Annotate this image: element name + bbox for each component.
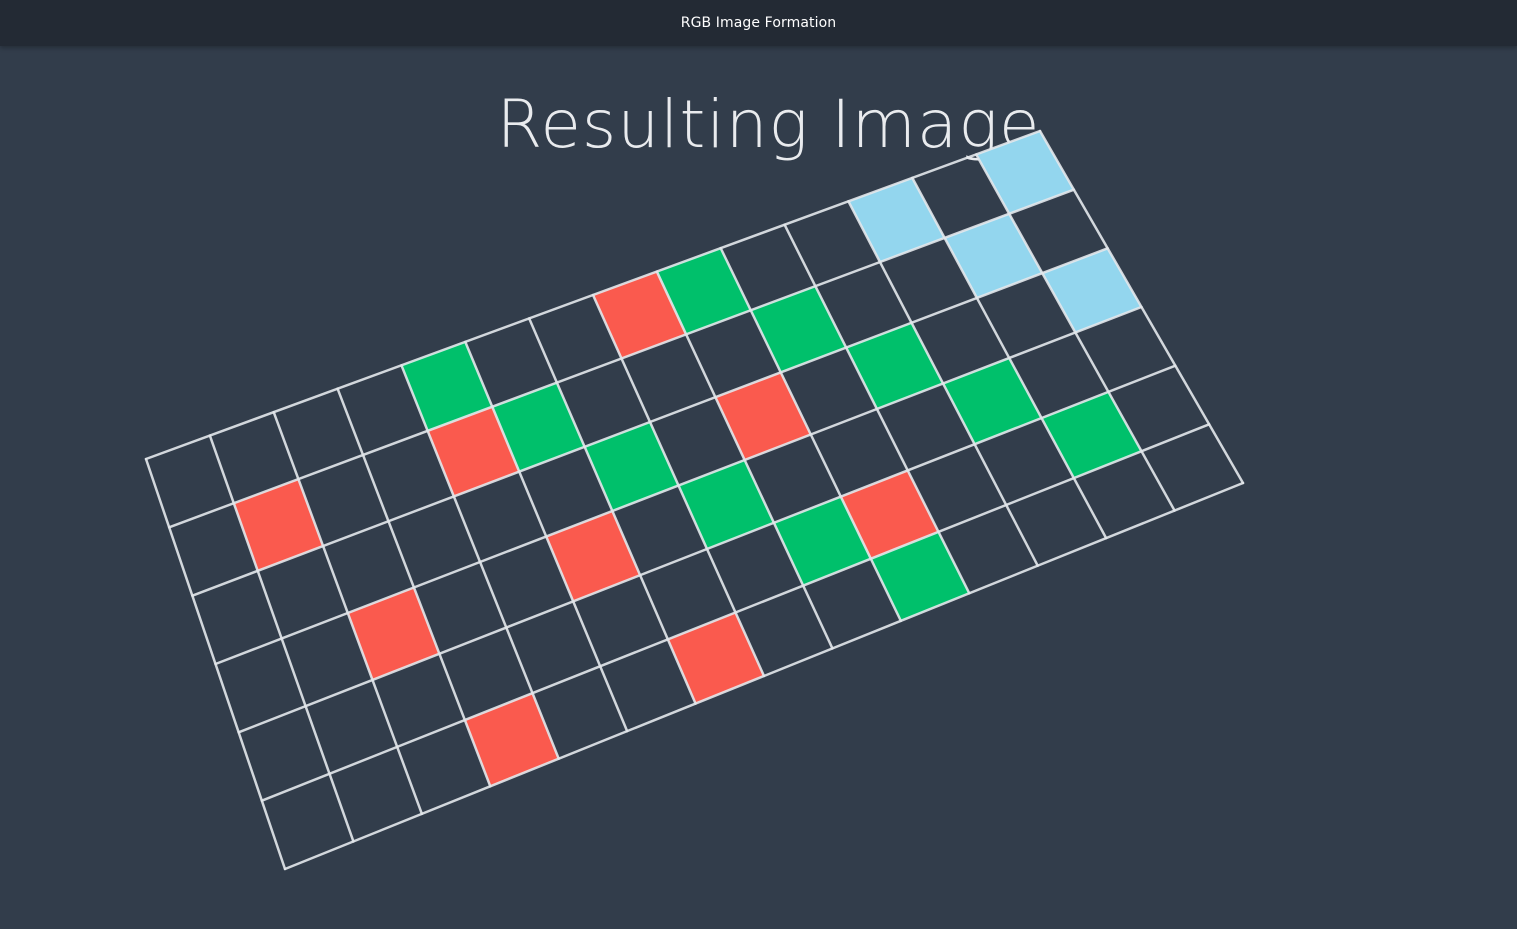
red-pixel-cell xyxy=(347,587,440,680)
blue-pixel-cell xyxy=(1042,248,1142,333)
green-pixel-cell xyxy=(943,358,1042,445)
green-pixel-cell xyxy=(678,460,774,549)
red-pixel-cell xyxy=(546,511,641,602)
resulting-image-grid xyxy=(144,129,1245,871)
grid-column-line xyxy=(527,317,697,705)
red-pixel-cell xyxy=(233,479,324,571)
green-pixel-cell xyxy=(750,286,847,373)
red-pixel-cell xyxy=(715,372,811,460)
red-pixel-cell xyxy=(667,612,764,704)
green-pixel-cell xyxy=(1041,391,1142,479)
blue-pixel-cell xyxy=(848,177,945,263)
green-pixel-cell xyxy=(584,422,679,511)
green-pixel-cell xyxy=(846,322,944,409)
blue-pixel-cell xyxy=(976,131,1074,214)
blue-pixel-cell xyxy=(944,213,1043,298)
red-pixel-cell xyxy=(464,693,559,787)
